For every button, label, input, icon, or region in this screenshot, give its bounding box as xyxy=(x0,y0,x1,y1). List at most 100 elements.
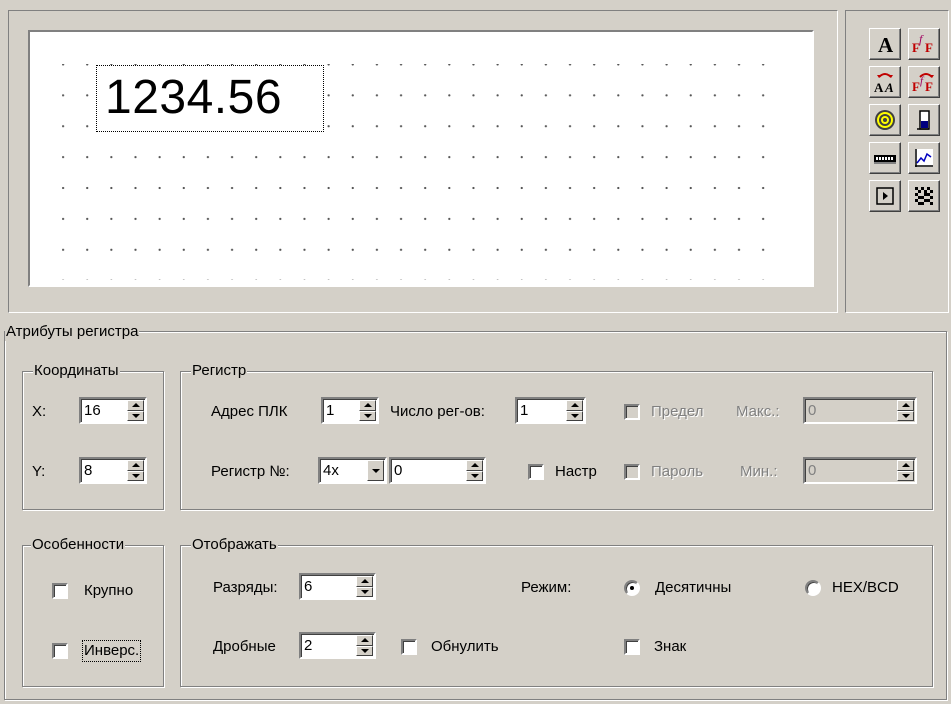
register-number-spin-buttons[interactable] xyxy=(466,460,483,481)
chevron-up-icon xyxy=(570,403,579,408)
max-value: 0 xyxy=(808,402,817,419)
decimal-radio[interactable] xyxy=(624,580,640,596)
sign-label: Знак xyxy=(654,638,687,655)
large-label: Крупно xyxy=(84,582,134,599)
numeric-display-tool-button[interactable] xyxy=(869,142,901,174)
text-tool-button[interactable]: A xyxy=(869,28,901,60)
chevron-down-icon xyxy=(371,468,380,473)
swap-text-tool-button[interactable]: A A xyxy=(869,66,901,98)
svg-text:A: A xyxy=(878,33,894,56)
max-down-button[interactable] xyxy=(897,410,914,421)
digits-spin-buttons[interactable] xyxy=(356,576,373,597)
password-label: Пароль xyxy=(651,463,704,480)
chevron-up-icon xyxy=(363,403,372,408)
inverse-label: Инверс. xyxy=(81,640,142,662)
register-number-down-button[interactable] xyxy=(466,470,483,481)
digits-up-button[interactable] xyxy=(356,576,373,587)
setup-checkbox[interactable] xyxy=(528,464,544,480)
font-style-tool-button[interactable]: F f F xyxy=(908,28,940,60)
fraction-up-button[interactable] xyxy=(356,635,373,646)
bar-gauge-icon xyxy=(917,110,930,130)
button-tool-button[interactable] xyxy=(869,180,901,212)
plc-address-spin-buttons[interactable] xyxy=(359,400,376,421)
reg-count-spin-buttons[interactable] xyxy=(566,400,583,421)
reg-count-down-button[interactable] xyxy=(566,410,583,421)
chevron-up-icon xyxy=(470,463,479,468)
register-no-label: Регистр №: xyxy=(211,463,290,480)
register-type-select[interactable]: 4x xyxy=(318,457,387,484)
zero-fill-checkbox[interactable] xyxy=(401,639,417,655)
mode-label: Режим: xyxy=(521,579,572,596)
x-spin-up-button[interactable] xyxy=(127,400,144,411)
max-value-spin-buttons[interactable] xyxy=(897,400,914,421)
digits-spin[interactable]: 6 xyxy=(299,573,376,600)
bitmap-pattern-icon xyxy=(915,187,933,205)
inverse-checkbox[interactable] xyxy=(52,643,68,659)
x-coordinate-spin-buttons[interactable] xyxy=(127,400,144,421)
chevron-down-icon xyxy=(901,413,910,418)
y-coordinate-spin-buttons[interactable] xyxy=(127,460,144,481)
hex-bcd-radio[interactable] xyxy=(805,580,821,596)
swap-font-icon: F f F xyxy=(912,73,934,94)
y-coordinate-spin[interactable]: 8 xyxy=(79,457,147,484)
min-up-button[interactable] xyxy=(897,460,914,471)
y-coordinate-value: 8 xyxy=(84,462,93,479)
register-number-up-button[interactable] xyxy=(466,460,483,471)
y-spin-down-button[interactable] xyxy=(127,470,144,481)
text-a-icon: A xyxy=(878,33,894,56)
y-spin-up-button[interactable] xyxy=(127,460,144,471)
register-number-value: 0 xyxy=(394,462,403,479)
digits-down-button[interactable] xyxy=(356,586,373,597)
x-coordinate-spin[interactable]: 16 xyxy=(79,397,147,424)
register-editor-window: { "preview": { "sample_value": "1234.56"… xyxy=(0,0,951,704)
digits-value: 6 xyxy=(304,578,313,595)
chevron-down-icon xyxy=(570,413,579,418)
zero-fill-label: Обнулить xyxy=(431,638,499,655)
lamp-tool-button[interactable] xyxy=(869,104,901,136)
fraction-down-button[interactable] xyxy=(356,645,373,656)
reg-count-label: Число рег-ов: xyxy=(390,403,485,420)
min-value-spin-buttons[interactable] xyxy=(897,460,914,481)
chevron-up-icon xyxy=(360,579,369,584)
swap-aa-icon: A A xyxy=(874,73,894,95)
register-type-dropdown-button[interactable] xyxy=(367,460,384,481)
sign-checkbox[interactable] xyxy=(624,639,640,655)
fraction-spin[interactable]: 2 xyxy=(299,632,376,659)
chevron-up-icon xyxy=(901,463,910,468)
chevron-down-icon xyxy=(901,473,910,478)
chevron-up-icon xyxy=(131,463,140,468)
numeric-field-preview-value: 1234.56 xyxy=(105,71,283,124)
reg-count-spin[interactable]: 1 xyxy=(515,397,586,424)
chevron-down-icon xyxy=(363,413,372,418)
min-down-button[interactable] xyxy=(897,470,914,481)
bitmap-tool-button[interactable] xyxy=(908,180,940,212)
bar-tool-button[interactable] xyxy=(908,104,940,136)
register-number-spin[interactable]: 0 xyxy=(389,457,486,484)
plc-address-spin[interactable]: 1 xyxy=(321,397,379,424)
digits-label: Разряды: xyxy=(213,579,278,596)
password-checkbox[interactable] xyxy=(624,464,640,480)
fraction-label: Дробные xyxy=(213,638,276,655)
max-up-button[interactable] xyxy=(897,400,914,411)
hex-bcd-label: HEX/BCD xyxy=(832,579,899,596)
min-value-spin[interactable]: 0 xyxy=(803,457,917,484)
limit-checkbox[interactable] xyxy=(624,404,640,420)
x-spin-down-button[interactable] xyxy=(127,410,144,421)
x-coordinate-value: 16 xyxy=(84,402,101,419)
chevron-down-icon xyxy=(131,413,140,418)
features-group: Особенности xyxy=(22,536,164,687)
plc-address-up-button[interactable] xyxy=(359,400,376,411)
reg-count-value: 1 xyxy=(520,402,529,419)
svg-text:f: f xyxy=(919,32,924,46)
trend-tool-button[interactable] xyxy=(908,142,940,174)
swap-font-tool-button[interactable]: F f F xyxy=(908,66,940,98)
max-value-spin[interactable]: 0 xyxy=(803,397,917,424)
fraction-spin-buttons[interactable] xyxy=(356,635,373,656)
chevron-down-icon xyxy=(470,473,479,478)
large-checkbox[interactable] xyxy=(52,583,68,599)
y-label: Y: xyxy=(32,463,46,480)
plc-address-down-button[interactable] xyxy=(359,410,376,421)
reg-count-up-button[interactable] xyxy=(566,400,583,411)
numeric-field-preview[interactable]: 1234.56 xyxy=(96,65,324,132)
decimal-label: Десятичны xyxy=(655,579,732,596)
